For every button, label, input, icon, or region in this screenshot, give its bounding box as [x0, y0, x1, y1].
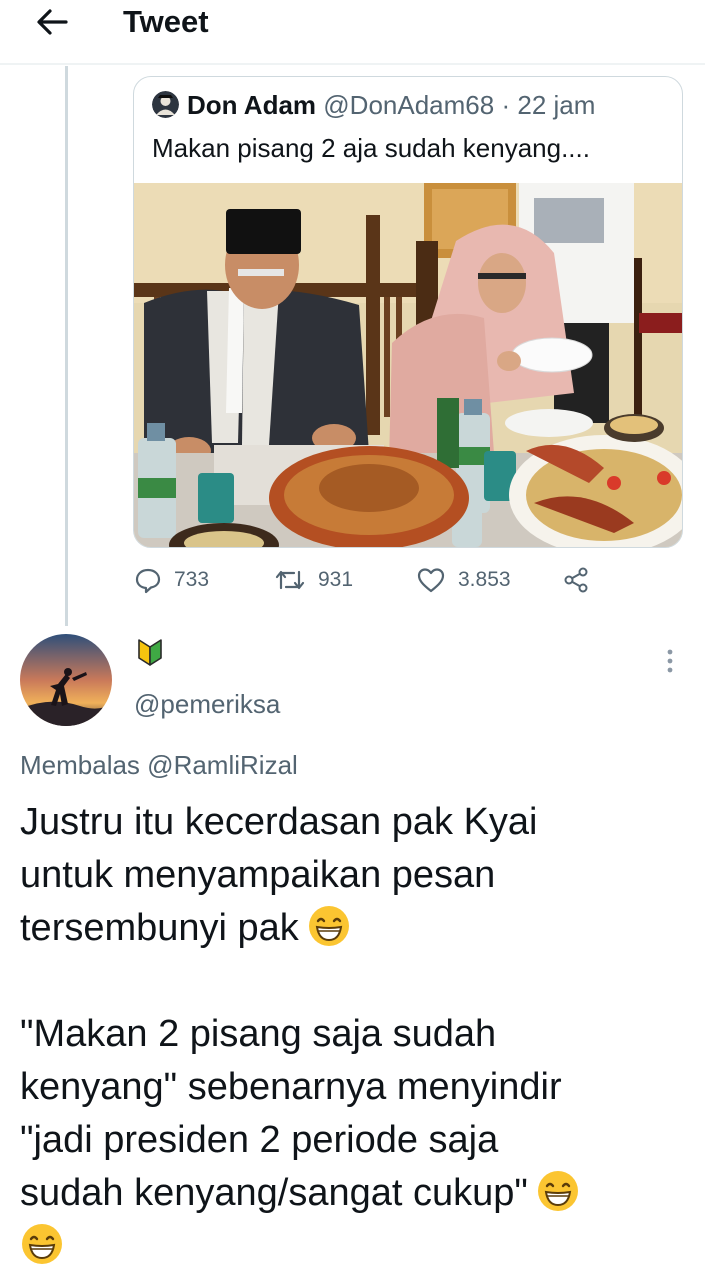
reply-line-text: sudah kenyang/sangat cukup"	[20, 1172, 528, 1214]
quoted-author-handle[interactable]: @DonAdam68	[323, 90, 494, 120]
like-count: 3.853	[458, 568, 511, 591]
reply-count: 733	[174, 568, 210, 591]
retweet-action[interactable]: 931	[274, 562, 353, 598]
reply-action[interactable]: 733	[134, 562, 209, 598]
separator-dot: ·	[501, 90, 511, 120]
grinning-face-emoji	[308, 906, 349, 946]
vertical-dots-icon[interactable]	[660, 644, 680, 678]
quoted-tweet-photo[interactable]	[134, 183, 682, 547]
quoted-author-name[interactable]: Don Adam	[187, 90, 316, 120]
share-icon	[564, 567, 588, 593]
reply-line-text: tersembunyi pak	[20, 907, 299, 949]
page-title: Tweet	[123, 4, 209, 39]
quoted-tweet-card[interactable]: Don Adam @DonAdam68 · 22 jam Makan pisan…	[133, 76, 683, 548]
quoted-author-avatar[interactable]	[152, 91, 179, 118]
quoted-tweet-text: Makan pisang 2 aja sudah kenyang....	[152, 133, 590, 163]
reply-line: tersembunyi pak	[20, 902, 690, 955]
avatar[interactable]	[20, 634, 112, 726]
replying-prefix: Membalas	[20, 750, 140, 780]
share-action[interactable]	[562, 562, 602, 598]
heart-icon	[417, 568, 445, 593]
like-action[interactable]: 3.853	[416, 562, 511, 598]
comment-icon	[135, 568, 161, 594]
retweet-count: 931	[318, 568, 354, 591]
arrow-left-icon[interactable]	[32, 4, 72, 40]
header-divider	[0, 63, 705, 65]
reply-line: Justru itu kecerdasan pak Kyai	[20, 801, 538, 843]
grinning-face-emoji	[537, 1171, 578, 1211]
reply-line: "jadi presiden 2 periode saja	[20, 1119, 499, 1161]
reply-line: sudah kenyang/sangat cukup"	[20, 1167, 690, 1220]
reply-line: kenyang" sebenarnya menyindir	[20, 1066, 562, 1108]
replying-to-line: Membalas @RamliRizal	[20, 747, 298, 783]
beginner-symbol-icon	[138, 639, 162, 666]
replying-to-mention[interactable]: @RamliRizal	[147, 750, 298, 780]
top-bar: Tweet	[0, 0, 705, 62]
thread-line	[65, 66, 68, 626]
reply-line	[20, 1220, 690, 1273]
reply-line: untuk menyampaikan pesan	[20, 854, 496, 896]
retweet-icon	[275, 570, 305, 590]
quoted-tweet-time[interactable]: 22 jam	[517, 90, 595, 120]
reply-author-handle[interactable]: @pemeriksa	[134, 687, 280, 721]
reply-text: Justru itu kecerdasan pak Kyai untuk men…	[20, 796, 690, 1273]
reply-line: "Makan 2 pisang saja sudah	[20, 1013, 497, 1055]
grinning-face-emoji	[22, 1224, 62, 1264]
quoted-tweet-header: Don Adam @DonAdam68 · 22 jam	[152, 88, 595, 122]
tweet-actions: 733 931 3.853	[134, 562, 604, 598]
